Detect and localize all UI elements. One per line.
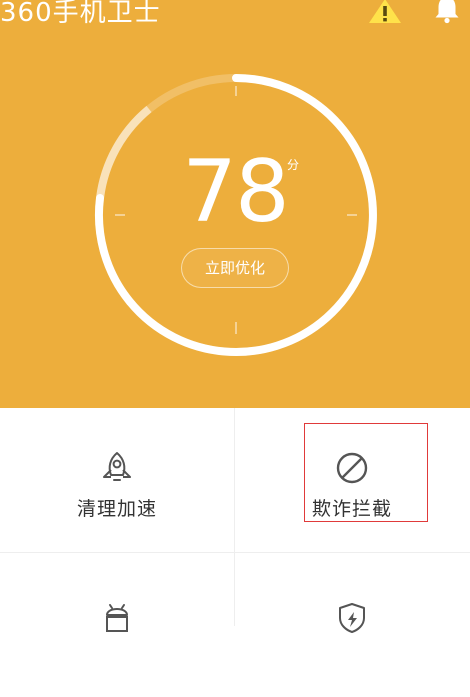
tool-fraud-block[interactable]: 欺诈拦截 [235,408,469,552]
app-title: 360手机卫士 [0,0,161,28]
tool-label: 欺诈拦截 [311,498,392,520]
block-icon [336,452,368,484]
tool-clean-speedup[interactable]: 清理加速 [0,408,234,552]
tool-android[interactable] [0,553,234,697]
tool-label: 清理加速 [76,498,157,520]
header-panel: 360手机卫士 78 分 立即优化 [0,0,470,408]
score-value: 78 [182,142,289,242]
shield-lightning-icon [339,603,365,633]
optimize-button[interactable]: 立即优化 [181,248,289,288]
bell-icon[interactable] [432,0,462,24]
warning-triangle-icon[interactable] [368,0,402,24]
tool-shield[interactable] [235,553,469,697]
android-icon [106,604,128,632]
rocket-icon [103,452,131,481]
score-unit: 分 [287,158,300,172]
